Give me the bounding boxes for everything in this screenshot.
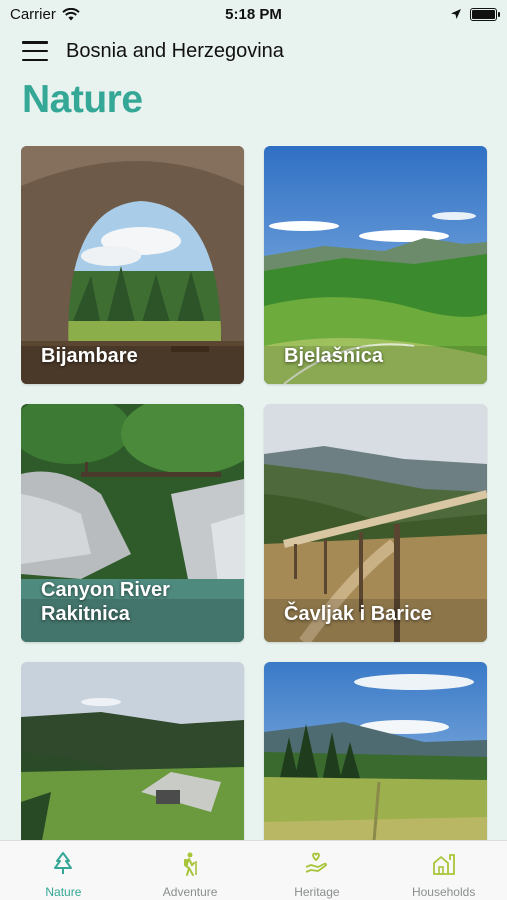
card-label: Čavljak i Barice <box>284 603 432 625</box>
hiker-icon <box>184 852 197 876</box>
app-header: Bosnia and Herzegovina <box>22 36 485 66</box>
card-bjelasnica[interactable]: Bjelašnica <box>264 146 487 384</box>
battery-icon <box>470 7 500 21</box>
nature-grid: Bijambare Bjelašnica Canyon River Rakitn… <box>21 146 488 840</box>
tree-icon <box>54 852 73 874</box>
tab-label: Nature <box>45 885 82 899</box>
tab-label: Heritage <box>294 885 340 899</box>
tab-nature[interactable]: Nature <box>0 841 127 900</box>
tab-heritage[interactable]: Heritage <box>254 841 381 900</box>
card-label: Bijambare <box>41 345 138 367</box>
card-label: Canyon River Rakitnica <box>41 579 170 625</box>
card-canyon-river-rakitnica[interactable]: Canyon River Rakitnica <box>21 404 244 642</box>
tab-adventure[interactable]: Adventure <box>127 841 254 900</box>
tab-label: Adventure <box>162 885 218 899</box>
card-image <box>21 662 244 840</box>
card-bijambare[interactable]: Bijambare <box>21 146 244 384</box>
card-label: Bjelašnica <box>284 345 383 367</box>
wifi-icon <box>62 7 80 20</box>
hand-heart-icon <box>305 852 327 873</box>
header-title: Bosnia and Herzegovina <box>66 39 284 62</box>
status-bar: Carrier 5:18 PM <box>0 0 507 28</box>
page-title: Nature <box>22 78 143 121</box>
card-cavljak-i-barice[interactable]: Čavljak i Barice <box>264 404 487 642</box>
location-arrow-icon <box>451 9 461 19</box>
tab-label: Households <box>411 885 476 899</box>
tab-bar: Nature Adventure Heritage Households <box>0 840 507 900</box>
card-nature-5[interactable] <box>21 662 244 840</box>
carrier-label: Carrier <box>10 5 56 23</box>
status-left: Carrier <box>10 6 80 23</box>
card-nature-6[interactable] <box>264 662 487 840</box>
hamburger-menu-icon[interactable] <box>22 41 48 61</box>
status-right <box>450 7 500 21</box>
house-icon <box>432 854 455 875</box>
card-image <box>264 662 487 840</box>
tab-households[interactable]: Households <box>380 841 507 900</box>
